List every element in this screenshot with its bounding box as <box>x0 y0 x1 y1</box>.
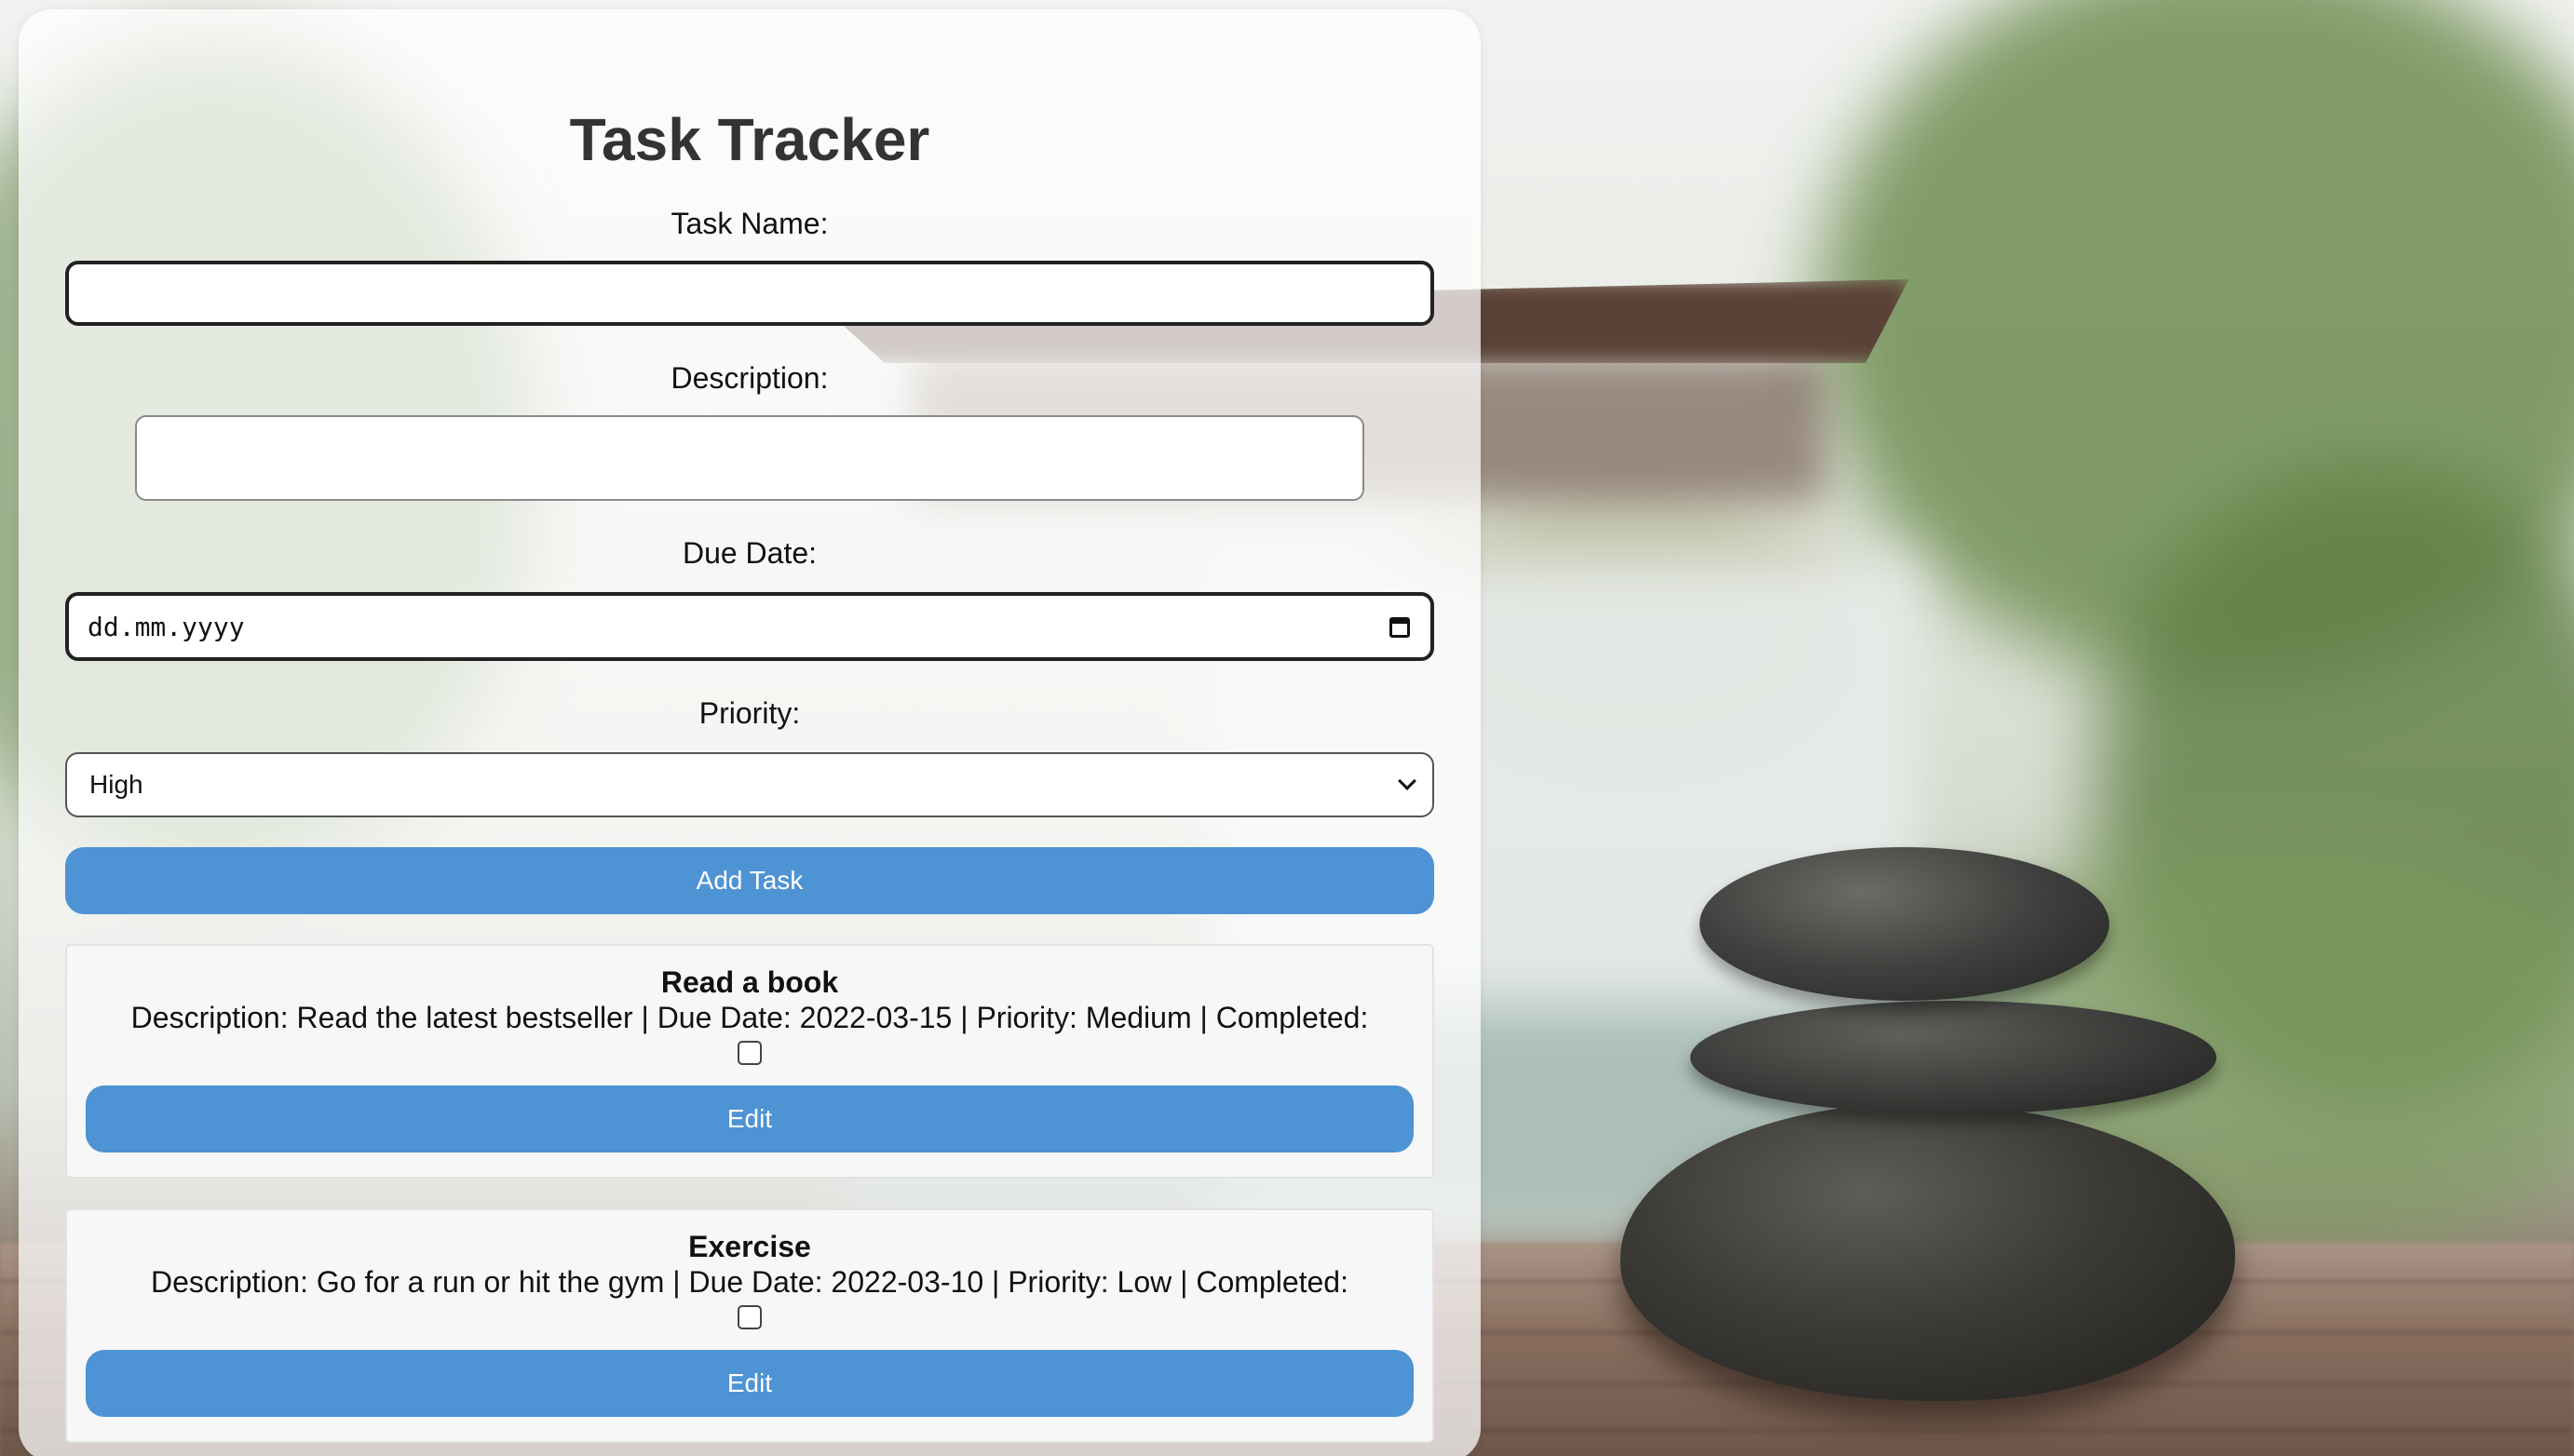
edit-button[interactable]: Edit <box>86 1350 1414 1417</box>
due-date-input[interactable]: dd.mm.yyyy <box>65 592 1434 661</box>
task-name-label: Task Name: <box>671 207 829 240</box>
task-tracker-panel: Task Tracker Task Name: Description: Due… <box>19 9 1481 1456</box>
task-name-input[interactable] <box>65 261 1434 326</box>
priority-label: Priority: <box>698 696 801 730</box>
task-details: Description: Go for a run or hit the gym… <box>151 1265 1348 1299</box>
edit-button[interactable]: Edit <box>86 1085 1414 1153</box>
description-textarea[interactable] <box>135 415 1364 501</box>
stone-image <box>1620 1103 2235 1401</box>
completed-checkbox[interactable] <box>738 1041 762 1065</box>
chevron-down-icon <box>1398 772 1416 790</box>
add-task-button[interactable]: Add Task <box>65 847 1434 914</box>
completed-checkbox[interactable] <box>738 1305 762 1329</box>
due-date-label: Due Date: <box>682 536 818 570</box>
task-title: Exercise <box>688 1230 811 1263</box>
stone-image <box>1700 847 2109 1001</box>
stone-image <box>1690 1001 2216 1114</box>
priority-select[interactable]: High <box>65 752 1434 817</box>
due-date-placeholder: dd.mm.yyyy <box>88 611 245 642</box>
task-details: Description: Read the latest bestseller … <box>130 1001 1369 1034</box>
task-title: Read a book <box>660 965 839 999</box>
calendar-icon[interactable] <box>1388 614 1412 639</box>
page-title: Task Tracker <box>569 106 930 173</box>
task-list: Read a book Description: Read the latest… <box>65 944 1434 1456</box>
priority-selected-value: High <box>89 770 143 799</box>
task-card: Read a book Description: Read the latest… <box>65 944 1434 1179</box>
task-card: Exercise Description: Go for a run or hi… <box>65 1208 1434 1443</box>
description-label: Description: <box>671 361 829 395</box>
